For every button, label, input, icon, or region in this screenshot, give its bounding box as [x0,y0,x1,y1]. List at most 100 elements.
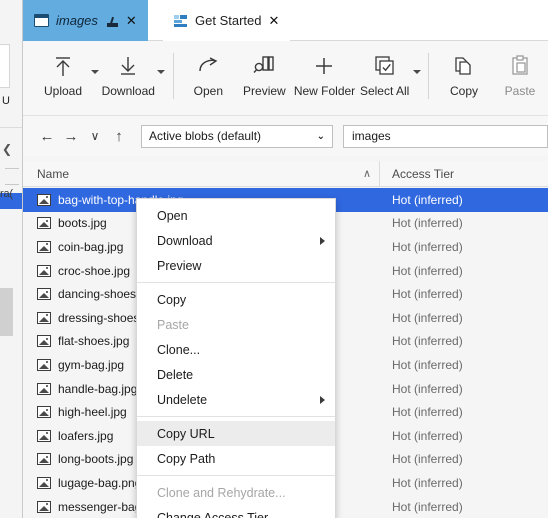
menu-item-label: Download [157,233,213,248]
menu-item[interactable]: Delete [137,362,335,387]
blob-access-tier: Hot (inferred) [392,357,463,372]
menu-item[interactable]: Copy [137,287,335,312]
close-tab-images-icon[interactable]: ✕ [126,14,137,27]
menu-item[interactable]: Download [137,228,335,253]
blob-access-tier: Hot (inferred) [392,452,463,467]
menu-separator [137,416,335,417]
column-header-access-tier[interactable]: Access Tier [380,161,548,187]
select-all-button[interactable]: Select All [357,41,413,98]
menu-item[interactable]: Change Access Tier [137,505,335,518]
menu-item-label: Clone... [157,342,201,357]
column-header-access-tier-label: Access Tier [392,166,455,181]
tree-collapse-icon[interactable]: ❮ [2,142,12,156]
menu-item-label: Preview [157,258,202,273]
image-file-icon [37,406,51,419]
image-file-icon [37,476,51,489]
chevron-down-icon [412,70,421,74]
copy-button[interactable]: Copy [436,41,492,98]
upload-dropdown-button[interactable] [91,41,100,97]
menu-item[interactable]: Open [137,203,335,228]
tree-item-partial[interactable]: U [2,95,10,107]
forward-button[interactable]: → [59,124,83,148]
menu-item[interactable]: Copy Path [137,446,335,471]
paste-label: Paste [504,84,536,98]
menu-item-label: Change Access Tier [157,510,269,518]
tree-search-box[interactable] [0,44,10,88]
menu-item: Clone and Rehydrate... [137,480,335,505]
download-dropdown-button[interactable] [157,41,166,97]
tree-node-label-truncated: ra( [0,188,13,200]
open-icon [195,49,221,83]
tab-images[interactable]: images ✕ [23,0,148,41]
select-all-dropdown-button[interactable] [412,41,422,97]
menu-item[interactable]: Undelete [137,387,335,412]
new-folder-button[interactable]: New Folder [292,41,356,98]
menu-item-label: Undelete [157,392,208,407]
context-menu[interactable]: Open Download Preview Copy Paste Clone... Dele… [136,198,336,518]
menu-separator [137,282,335,283]
menu-item-label: Copy [157,292,187,307]
image-file-icon [37,453,51,466]
image-file-icon [37,429,51,442]
blob-access-tier: Hot (inferred) [392,310,463,325]
main-toolbar: Upload Download Open Preview New Folder … [23,41,548,116]
blob-name: loafers.jpg [58,428,114,443]
menu-item[interactable]: Clone... [137,337,335,362]
close-tab-get-started-icon[interactable]: ✕ [268,14,279,27]
upload-button[interactable]: Upload [35,41,91,98]
blob-access-tier: Hot (inferred) [392,263,463,278]
list-header: Name ∧ Access Tier [23,160,548,187]
submenu-arrow-icon [320,236,325,245]
select-all-icon [372,49,398,83]
blob-access-tier: Hot (inferred) [392,428,463,443]
tree-divider [0,127,22,128]
preview-button[interactable]: Preview [236,41,292,98]
image-file-icon [37,217,51,230]
menu-item-label: Copy Path [157,451,216,466]
download-button[interactable]: Download [100,41,157,98]
blob-name: coin-bag.jpg [58,239,124,254]
paste-button[interactable]: Paste [492,41,548,98]
blob-access-tier: Hot (inferred) [392,216,463,231]
menu-item[interactable]: Preview [137,253,335,278]
image-file-icon [37,358,51,371]
toolbar-separator-1 [172,53,174,99]
image-file-icon [37,382,51,395]
column-header-name[interactable]: Name ∧ [23,160,380,187]
blob-access-tier: Hot (inferred) [392,475,463,490]
menu-item-label: Delete [157,367,194,382]
pin-tab-icon[interactable] [105,15,119,27]
menu-item-label: Paste [157,317,189,332]
tree-scrollbar-thumb[interactable] [0,288,13,336]
blob-name: boots.jpg [58,216,107,231]
select-all-label: Select All [359,84,410,98]
tab-get-started[interactable]: Get Started ✕ [163,0,291,41]
preview-icon [251,49,277,83]
tab-get-started-label: Get Started [195,13,262,28]
open-label: Open [193,84,224,98]
download-icon [115,49,141,83]
path-input[interactable]: images [343,124,548,148]
menu-item-label: Copy URL [157,426,215,441]
container-icon [34,14,49,27]
image-file-icon [37,193,51,206]
blob-name: high-heel.jpg [58,405,127,420]
menu-item: Paste [137,312,335,337]
chevron-down-icon [157,70,166,74]
up-button[interactable]: ↑ [107,124,131,148]
history-dropdown-button[interactable]: ∨ [83,124,107,148]
image-file-icon [37,288,51,301]
blob-access-tier: Hot (inferred) [380,192,548,207]
open-button[interactable]: Open [180,41,236,98]
blob-name: croc-shoe.jpg [58,263,131,278]
get-started-icon [174,14,188,27]
navigation-bar: ← → ∨ ↑ Active blobs (default) ⌄ images [23,116,548,156]
blob-access-tier: Hot (inferred) [392,405,463,420]
back-button[interactable]: ← [35,124,59,148]
tree-panel-edge[interactable]: U ❮ ra( [0,0,23,518]
storage-explorer-window: U ❮ ra( images ✕ Get Started ✕ Upload Do… [0,0,548,518]
menu-item[interactable]: Copy URL [137,421,335,446]
blob-filter-value: Active blobs (default) [149,129,262,143]
blob-filter-select[interactable]: Active blobs (default) ⌄ [141,124,333,148]
blob-name: handle-bag.jpg [58,381,138,396]
